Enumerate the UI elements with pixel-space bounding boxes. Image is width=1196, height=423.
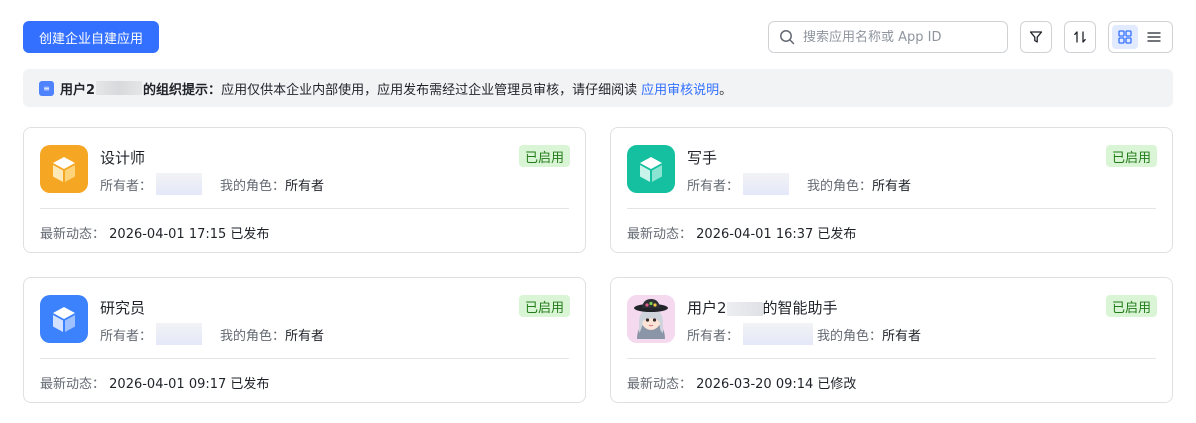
owner-label: 所有者： — [100, 178, 153, 194]
toolbar: 创建企业自建应用 — [0, 0, 1196, 60]
redacted-text — [96, 81, 143, 95]
sort-icon — [1074, 31, 1086, 43]
activity-value: 2026-03-20 09:14 已修改 — [696, 377, 857, 392]
redacted-owner — [743, 173, 790, 195]
redacted-text — [726, 301, 763, 316]
create-app-button[interactable]: 创建企业自建应用 — [23, 21, 159, 53]
redacted-owner — [743, 323, 814, 345]
app-name-prefix: 用户2 — [687, 299, 727, 317]
role-value: 所有者 — [285, 178, 325, 194]
notice-end: 。 — [719, 82, 733, 98]
card-divider — [627, 208, 1156, 209]
activity-value: 2026-04-01 17:15 已发布 — [109, 227, 270, 242]
notice-bar: ≡ 用户2 的组织提示： 应用仅供本企业内部使用，应用发布需经过企业管理员审核，… — [23, 69, 1173, 107]
latest-activity: 最新动态： 2026-04-01 17:15 已发布 — [40, 223, 269, 242]
list-icon — [1147, 32, 1161, 42]
status-badge: 已启用 — [518, 295, 570, 317]
activity-label: 最新动态： — [627, 227, 693, 242]
search-input[interactable] — [803, 29, 993, 45]
cube-icon — [40, 295, 88, 343]
owner-label: 所有者： — [687, 178, 740, 194]
activity-label: 最新动态： — [40, 227, 106, 242]
list-view-button[interactable] — [1141, 25, 1167, 49]
owner-label: 所有者： — [687, 328, 740, 344]
card-divider — [40, 358, 569, 359]
app-card[interactable]: 用户2 的智能助手 已启用 所有者： 我的角色： 所有者 最新动态： 2026-0… — [610, 277, 1173, 403]
view-toggle — [1108, 21, 1173, 53]
status-badge: 已启用 — [1105, 145, 1157, 167]
latest-activity: 最新动态： 2026-03-20 09:14 已修改 — [627, 373, 856, 392]
cube-icon — [40, 145, 88, 193]
sort-button[interactable] — [1064, 21, 1096, 53]
activity-value: 2026-04-01 09:17 已发布 — [109, 377, 270, 392]
app-meta: 所有者： 我的角色： 所有者 — [100, 173, 324, 195]
notice-org-suffix: 的组织提示： — [143, 82, 222, 98]
activity-value: 2026-04-01 16:37 已发布 — [696, 227, 857, 242]
review-guide-link[interactable]: 应用审核说明 — [641, 79, 719, 98]
role-label: 我的角色： — [220, 178, 286, 194]
filter-button[interactable] — [1020, 21, 1052, 53]
owner-label: 所有者： — [100, 328, 153, 344]
search-icon — [780, 30, 795, 45]
card-divider — [627, 358, 1156, 359]
role-value: 所有者 — [872, 178, 912, 194]
app-name: 设计师 — [100, 149, 146, 167]
grid-view-button[interactable] — [1112, 25, 1138, 49]
redacted-owner — [156, 323, 203, 345]
app-name: 用户2 的智能助手 — [687, 297, 838, 318]
app-name-suffix: 的智能助手 — [762, 299, 838, 317]
role-value: 所有者 — [882, 328, 922, 344]
role-label: 我的角色： — [817, 328, 883, 344]
app-name: 写手 — [687, 149, 718, 167]
status-badge: 已启用 — [1105, 295, 1157, 317]
cube-icon — [627, 145, 675, 193]
app-meta: 所有者： 我的角色： 所有者 — [687, 173, 911, 195]
activity-label: 最新动态： — [627, 377, 693, 392]
app-card[interactable]: 设计师 已启用 所有者： 我的角色： 所有者 最新动态： 2026-04-01 … — [23, 127, 586, 253]
card-divider — [40, 208, 569, 209]
app-meta: 所有者： 我的角色： 所有者 — [100, 323, 324, 345]
filter-icon — [1029, 31, 1043, 43]
notice-doc-icon: ≡ — [39, 80, 54, 96]
notice-message: 应用仅供本企业内部使用，应用发布需经过企业管理员审核，请仔细阅读 — [221, 82, 638, 98]
latest-activity: 最新动态： 2026-04-01 16:37 已发布 — [627, 223, 856, 242]
redacted-owner — [156, 173, 203, 195]
character-avatar-icon — [627, 295, 675, 343]
role-value: 所有者 — [285, 328, 325, 344]
role-label: 我的角色： — [807, 178, 873, 194]
grid-icon — [1118, 30, 1132, 44]
app-card[interactable]: 写手 已启用 所有者： 我的角色： 所有者 最新动态： 2026-04-01 1… — [610, 127, 1173, 253]
role-label: 我的角色： — [220, 328, 286, 344]
app-name: 研究员 — [100, 299, 146, 317]
latest-activity: 最新动态： 2026-04-01 09:17 已发布 — [40, 373, 269, 392]
notice-org-prefix: 用户2 — [60, 82, 96, 98]
activity-label: 最新动态： — [40, 377, 106, 392]
app-card[interactable]: 研究员 已启用 所有者： 我的角色： 所有者 最新动态： 2026-04-01 … — [23, 277, 586, 403]
status-badge: 已启用 — [518, 145, 570, 167]
search-box[interactable] — [768, 21, 1008, 53]
app-meta: 所有者： 我的角色： 所有者 — [687, 323, 921, 345]
